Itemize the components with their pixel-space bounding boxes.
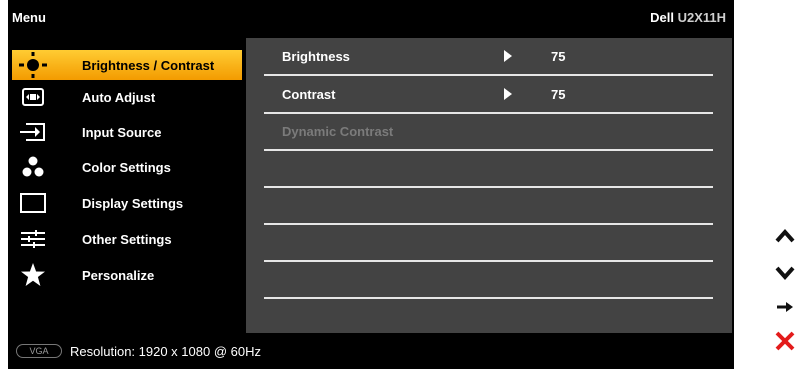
row-label: Dynamic Contrast <box>282 124 394 139</box>
brightness-icon <box>14 50 52 80</box>
sidebar-item-personalize[interactable]: Personalize <box>12 260 242 290</box>
sidebar-item-label: Display Settings <box>82 195 184 211</box>
brand-name: Dell <box>650 10 674 25</box>
sidebar-item-color-settings[interactable]: Color Settings <box>12 152 242 182</box>
input-source-icon <box>14 117 52 147</box>
sidebar-item-other-settings[interactable]: Other Settings <box>12 224 242 254</box>
arrow-right-icon <box>504 50 512 62</box>
exit-x-icon[interactable] <box>774 330 796 352</box>
other-settings-icon <box>14 224 52 254</box>
row-label: Brightness <box>282 49 350 64</box>
down-icon[interactable] <box>774 261 796 283</box>
settings-panel: Brightness 75 Contrast 75 Dynamic Contra… <box>246 38 732 333</box>
row-value: 75 <box>551 87 566 102</box>
title-bar: Menu Dell U2X11H <box>8 0 734 38</box>
sidebar-item-auto-adjust[interactable]: Auto Adjust <box>12 82 242 112</box>
contrast-row[interactable]: Contrast 75 <box>264 76 713 114</box>
auto-adjust-icon <box>14 82 52 112</box>
brand-model: Dell U2X11H <box>650 10 726 25</box>
resolution-text: Resolution: 1920 x 1080 @ 60Hz <box>70 344 261 359</box>
sidebar-item-display-settings[interactable]: Display Settings <box>12 188 242 218</box>
empty-row <box>264 261 713 299</box>
row-label: Contrast <box>282 87 336 102</box>
arrow-right-icon <box>504 88 512 100</box>
brightness-row[interactable]: Brightness 75 <box>264 38 713 76</box>
personalize-star-icon <box>14 260 52 290</box>
empty-row <box>264 187 713 225</box>
color-settings-icon <box>14 152 52 182</box>
menu-title: Menu <box>12 10 46 25</box>
sidebar-item-label: Color Settings <box>82 159 171 175</box>
sidebar-item-label: Personalize <box>82 267 155 283</box>
sidebar-item-label: Other Settings <box>82 231 172 247</box>
sidebar-menu: Brightness / Contrast Auto Adjust Input … <box>8 38 246 333</box>
sidebar-item-brightness-contrast[interactable]: Brightness / Contrast <box>12 50 242 80</box>
model-name: U2X11H <box>677 10 726 25</box>
up-icon[interactable] <box>774 226 796 248</box>
sidebar-item-label: Brightness / Contrast <box>82 57 215 73</box>
sidebar-item-input-source[interactable]: Input Source <box>12 117 242 147</box>
sidebar-item-label: Auto Adjust <box>82 89 156 105</box>
display-settings-icon <box>14 188 52 218</box>
enter-arrow-icon[interactable] <box>774 296 796 318</box>
dynamic-contrast-row: Dynamic Contrast <box>264 113 713 151</box>
empty-row <box>264 224 713 262</box>
sidebar-item-label: Input Source <box>82 124 162 140</box>
row-value: 75 <box>551 49 566 64</box>
status-bar: VGA Resolution: 1920 x 1080 @ 60Hz <box>8 333 734 369</box>
monitor-osd-menu: Menu Dell U2X11H Brightness / Contrast A… <box>8 0 734 369</box>
vga-connector-icon: VGA <box>16 344 62 358</box>
empty-row <box>264 150 713 188</box>
